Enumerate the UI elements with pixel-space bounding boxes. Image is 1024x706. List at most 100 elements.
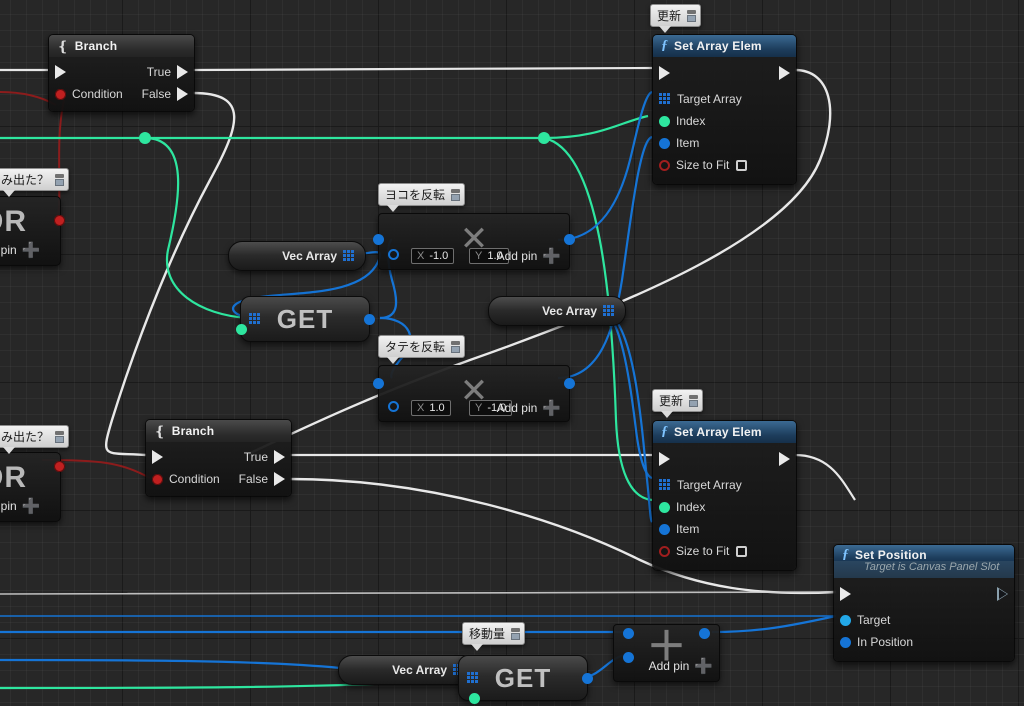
array-pin-icon[interactable] [343, 250, 355, 262]
set-array-elem-node-top[interactable]: ƒ Set Array Elem Target Array Index Item [652, 34, 797, 185]
multiply-node-tate[interactable]: ✕ X 1.0 Y -1.0 Add pin ➕ [373, 365, 575, 422]
vec-array-pill-2[interactable]: Vec Array [488, 296, 626, 326]
comment-bubble-yoko[interactable]: ヨコを反転 [378, 183, 466, 212]
plus-icon: ➕ [21, 498, 41, 515]
sae-top-exec-in-pin[interactable] [659, 66, 670, 80]
sp-in-position-pin[interactable] [840, 636, 851, 648]
sae-top-size-to-fit-checkbox[interactable] [736, 159, 748, 171]
get-node-2-output-pin[interactable] [582, 673, 593, 684]
sp-target-label: Target [857, 613, 891, 627]
or-node-top-output-pin[interactable] [54, 215, 65, 226]
multiply-yoko-x-value[interactable]: X -1.0 [411, 248, 455, 264]
multiply-yoko-b-pin[interactable] [388, 249, 399, 260]
comment-icons [451, 340, 461, 353]
multiply-node-yoko[interactable]: ✕ X -1.0 Y 1.0 Add pin ➕ [373, 213, 575, 270]
add-node-b-pin[interactable] [623, 652, 634, 663]
multiply-yoko-output-pin[interactable] [564, 234, 575, 245]
sae-top-size-to-fit-pin[interactable] [659, 159, 670, 171]
y-axis-label: Y [475, 402, 483, 414]
add-pin-label: Add pin [496, 401, 538, 415]
sp-target-pin[interactable] [840, 614, 851, 626]
or-node-bottom[interactable]: OR Add pin ➕ [0, 452, 65, 522]
add-node-output-pin[interactable] [699, 628, 710, 639]
branch-bottom-condition-pin[interactable] [152, 473, 163, 485]
or-node-bottom-output-pin[interactable] [54, 461, 65, 472]
sae-top-size-to-fit-row: Size to Fit [653, 154, 796, 176]
or-node-bottom-add-pin-label: Add pin [0, 499, 17, 513]
multiply-tate-a-pin[interactable] [373, 378, 384, 389]
sae-top-size-to-fit-label: Size to Fit [676, 158, 730, 172]
x-axis-label: X [417, 250, 425, 262]
comment-text: ヨコを反転 [385, 188, 446, 202]
sae-bot-exec-in-pin[interactable] [659, 452, 670, 466]
branch-node-top-header: ❴ Branch [49, 35, 194, 57]
array-pin-icon[interactable] [603, 305, 615, 317]
branch-node-bottom-body: True Condition False [146, 442, 291, 496]
branch-top-false-pin[interactable] [177, 87, 188, 101]
branch-icon: ❴ [154, 423, 166, 439]
sp-exec-out-pin[interactable] [997, 587, 1008, 601]
add-node[interactable]: ＋ Add pin ➕ [613, 624, 720, 682]
get-node-1-index-pin[interactable] [236, 324, 247, 335]
vec-array-pill-3[interactable]: Vec Array [338, 655, 476, 685]
vec-array-pill-3-label: Vec Array [392, 663, 447, 677]
comment-bubble-koushin-bottom[interactable]: 更新 [652, 389, 704, 418]
plus-icon: ➕ [694, 658, 713, 675]
blueprint-graph-canvas[interactable]: OR Add pin ➕ OR Add pin ➕ み出た？ み出た？ ❴ Br… [0, 0, 1024, 706]
comment-bubble-hamidita-bottom[interactable]: み出た？ [0, 425, 70, 454]
sae-bot-item-pin[interactable] [659, 523, 670, 535]
multiply-tate-output-pin[interactable] [564, 378, 575, 389]
or-node-top-add-pin-label: Add pin [0, 243, 17, 257]
branch-top-condition-label: Condition [72, 87, 123, 101]
set-array-elem-top-body: Target Array Index Item Size to Fit [653, 57, 796, 184]
multiply-tate-add-pin[interactable]: Add pin ➕ [497, 399, 561, 417]
branch-top-condition-pin[interactable] [55, 88, 66, 100]
comment-bubble-tate[interactable]: タテを反転 [378, 335, 466, 364]
vec-array-pill-1[interactable]: Vec Array [228, 241, 366, 271]
sae-bot-exec-out-pin[interactable] [779, 452, 790, 466]
multiply-yoko-add-pin[interactable]: Add pin ➕ [497, 247, 561, 265]
set-array-elem-node-bottom[interactable]: ƒ Set Array Elem Target Array Index Item [652, 420, 797, 571]
array-pin-icon[interactable] [659, 479, 671, 491]
comment-icons [511, 627, 521, 640]
branch-bottom-true-pin[interactable] [274, 450, 285, 464]
multiply-tate-x-value[interactable]: X 1.0 [411, 400, 451, 416]
sae-bot-size-to-fit-checkbox[interactable] [736, 545, 748, 557]
vec-array-pill-1-label: Vec Array [282, 249, 337, 263]
add-node-a-pin[interactable] [623, 628, 634, 639]
or-node-bottom-add-pin[interactable]: Add pin ➕ [0, 497, 40, 515]
branch-node-bottom[interactable]: ❴ Branch True Condition False [145, 419, 292, 497]
sae-bot-index-pin[interactable] [659, 501, 670, 513]
sae-top-item-row: Item [653, 132, 796, 154]
array-pin-icon[interactable] [659, 93, 671, 105]
comment-bubble-hamidita-top[interactable]: み出た？ [0, 168, 70, 197]
branch-top-true-pin[interactable] [177, 65, 188, 79]
get-node-2-index-pin[interactable] [469, 693, 480, 704]
or-node-top-add-pin[interactable]: Add pin ➕ [0, 241, 40, 259]
multiply-tate-b-pin[interactable] [388, 401, 399, 412]
multiply-yoko-a-pin[interactable] [373, 234, 384, 245]
branch-icon: ❴ [57, 38, 69, 54]
comment-bubble-koushin-top[interactable]: 更新 [650, 4, 702, 33]
plus-icon: ➕ [542, 248, 561, 265]
branch-top-exec-in-pin[interactable] [55, 65, 66, 79]
sae-bot-size-to-fit-pin[interactable] [659, 545, 670, 557]
sae-top-item-pin[interactable] [659, 137, 670, 149]
add-pin-label: Add pin [648, 659, 690, 673]
get-node-2[interactable]: GET [458, 655, 593, 704]
branch-bottom-exec-in-pin[interactable] [152, 450, 163, 464]
sae-bot-exec-row [653, 448, 796, 470]
set-position-node[interactable]: ƒ Set Position Target is Canvas Panel Sl… [833, 544, 1015, 662]
branch-bottom-false-pin[interactable] [274, 472, 285, 486]
comment-bubble-idouryou[interactable]: 移動量 [462, 622, 526, 651]
sae-top-target-array-label: Target Array [677, 92, 742, 106]
sp-exec-in-pin[interactable] [840, 587, 851, 601]
sae-top-index-pin[interactable] [659, 115, 670, 127]
add-node-add-pin[interactable]: Add pin ➕ [649, 657, 713, 675]
or-node-top[interactable]: OR Add pin ➕ [0, 196, 65, 266]
get-node-1[interactable]: GET [236, 296, 375, 342]
sae-top-exec-out-pin[interactable] [779, 66, 790, 80]
branch-top-exec-row: True [49, 61, 194, 83]
branch-node-top[interactable]: ❴ Branch True Condition False [48, 34, 195, 112]
get-node-1-output-pin[interactable] [364, 314, 375, 325]
